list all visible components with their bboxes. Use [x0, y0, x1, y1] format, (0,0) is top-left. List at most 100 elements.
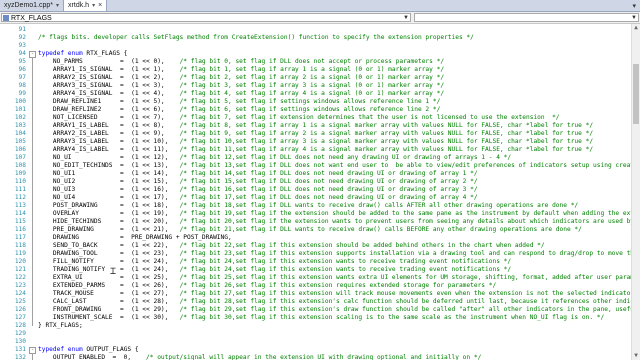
code-line[interactable]: 97 ARRAY2_IS_SIGNAL = (1 << 2), /* flag … — [0, 74, 632, 82]
code-line[interactable]: 94- typedef enum RTX_FLAGS { — [0, 50, 632, 58]
code-text: OUTPUT_ENABLED = 0, /* output/signal wil… — [38, 354, 481, 360]
code-line[interactable]: 118 SEND_TO_BACK = (1 << 22), /* flag bi… — [0, 242, 632, 250]
line-number: 94 — [18, 50, 26, 57]
chevron-down-icon[interactable]: ▼ — [631, 14, 637, 23]
keyword-token: typedef enum — [38, 346, 83, 353]
code-token: NO_UI2 = (1 << 15), — [38, 178, 180, 185]
code-line[interactable]: 123 EXTENDED_PARMS = (1 << 26), /* flag … — [0, 282, 632, 290]
scroll-up-icon[interactable]: ▲ — [632, 24, 640, 32]
code-token: FRONT_DRAWING = (1 << 29), — [38, 306, 180, 313]
code-text: FRONT_DRAWING = (1 << 29), /* flag bit 2… — [38, 306, 632, 314]
code-text: NOT_LICENSED = (1 << 7), /* flag bit 7, … — [38, 114, 560, 122]
comment-token: /* flag bit 10,set flag if array 3 is a … — [179, 138, 594, 145]
comment-token: /* flag bit 20,set flag if the extension… — [179, 218, 632, 225]
code-line[interactable]: 113 POST_DRAWING = (1 << 18), /* flag bi… — [0, 202, 632, 210]
code-token: PRE_DRAWING = (1 << 21), — [38, 226, 180, 233]
code-token: ARRAY3_IS_LABEL = (1 << 10), — [38, 138, 180, 145]
tab-xrtdk[interactable]: xrtdk.h ▾ × — [64, 0, 108, 11]
code-line[interactable]: 92 /* flags bits. developer calls SetFlag… — [0, 34, 632, 42]
code-line[interactable]: 93 — [0, 42, 632, 50]
code-token: ARRAY2_IS_LABEL = (1 << 9), — [38, 130, 180, 137]
comment-token: /* output/signal will appear in the exte… — [146, 354, 482, 360]
code-editor[interactable]: 91 92 /* flags bits. developer calls SetFl… — [0, 24, 632, 360]
code-text: ARRAY2_IS_LABEL = (1 << 9), /* flag bit … — [38, 130, 593, 138]
code-line[interactable]: 105 ARRAY3_IS_LABEL = (1 << 10), /* flag… — [0, 138, 632, 146]
code-text: typedef enum RTX_FLAGS { — [38, 50, 127, 58]
chevron-down-icon[interactable]: ▼ — [403, 14, 409, 23]
fold-guide — [32, 353, 33, 360]
line-number: 96 — [18, 66, 26, 73]
code-text: POST_DRAWING = (1 << 18), /* flag bit 18… — [38, 202, 578, 210]
comment-token: /* flag bit 6, set flag if settings wind… — [179, 106, 441, 113]
code-line[interactable]: 109 NO_UI1 = (1 << 14), /* flag bit 14,s… — [0, 170, 632, 178]
close-icon[interactable]: × — [98, 2, 102, 9]
code-line[interactable]: 96 ARRAY1_IS_SIGNAL = (1 << 1), /* flag … — [0, 66, 632, 74]
code-line[interactable]: 126 FRONT_DRAWING = (1 << 29), /* flag b… — [0, 306, 632, 314]
code-token: DRAWING_TOOL = (1 << 23), — [38, 250, 180, 257]
vertical-scrollbar[interactable]: ▲ ▼ — [631, 24, 640, 360]
comment-token: /* flag bit 25,set flag if this extensio… — [179, 274, 632, 281]
code-line[interactable]: 117 DRAWING = PRE_DRAWING + POST_DRAWING… — [0, 234, 632, 242]
code-line[interactable]: 98 ARRAY3_IS_SIGNAL = (1 << 3), /* flag … — [0, 82, 632, 90]
code-line[interactable]: 107 NO_UI = (1 << 12), /* flag bit 12,se… — [0, 154, 632, 162]
scrollbar-thumb[interactable] — [633, 64, 639, 124]
code-text: NO_UI = (1 << 12), /* flag bit 12,set fl… — [38, 154, 511, 162]
code-line[interactable]: 130 — [0, 338, 632, 346]
code-line[interactable]: 122 EXTRA_UI = (1 << 25), /* flag bit 25… — [0, 274, 632, 282]
comment-token: /* flag bit 22,set flag if this extensio… — [179, 242, 545, 249]
tab-overflow-dropdown[interactable]: ▾ — [632, 0, 640, 11]
pin-icon[interactable]: ▾ — [56, 2, 59, 9]
line-number: 107 — [14, 154, 26, 161]
pin-icon[interactable]: ▾ — [92, 2, 95, 9]
comment-token: /* flag bit 13,set flag if DLL does not … — [179, 162, 632, 169]
comment-token: /* flag bit 3, set flag if array 3 is a … — [179, 82, 445, 89]
navigation-bar: RTX_FLAGS ▼ ▼ — [0, 12, 640, 24]
code-line[interactable]: 119 DRAWING_TOOL = (1 << 23), /* flag bi… — [0, 250, 632, 258]
code-line[interactable]: 112 NO_UI4 = (1 << 17), /* flag bit 17,s… — [0, 194, 632, 202]
code-token: } RTX_FLAGS; — [38, 322, 83, 329]
line-number: 116 — [14, 226, 26, 233]
code-line[interactable]: 104 ARRAY2_IS_LABEL = (1 << 9), /* flag … — [0, 130, 632, 138]
code-line[interactable]: 115 HIDE_TECHINDS = (1 << 20), /* flag b… — [0, 218, 632, 226]
code-line[interactable]: 110 NO_UI2 = (1 << 15), /* flag bit 15,s… — [0, 178, 632, 186]
document-tab-bar: xyzDemo1.cpp* ▾ xrtdk.h ▾ × ▾ — [0, 0, 640, 12]
code-line[interactable]: 111 NO_UI3 = (1 << 16), /* flag bit 16,s… — [0, 186, 632, 194]
line-number: 129 — [14, 330, 26, 337]
scroll-down-icon[interactable]: ▼ — [632, 352, 640, 360]
code-line[interactable]: 103 ARRAY1_IS_LABEL = (1 << 8), /* flag … — [0, 122, 632, 130]
code-line[interactable]: 124 TRACK_MOUSE = (1 << 27), /* flag bit… — [0, 290, 632, 298]
code-token: ARRAY3_IS_SIGNAL = (1 << 3), — [38, 82, 180, 89]
comment-token: /* flag bit 24,set flag if this extensio… — [179, 258, 512, 265]
scope-dropdown[interactable]: RTX_FLAGS ▼ — [1, 13, 411, 22]
code-line[interactable]: 99 ARRAY4_IS_SIGNAL = (1 << 4), /* flag … — [0, 90, 632, 98]
chevron-down-icon[interactable]: ▾ — [632, 2, 636, 10]
line-number: 97 — [18, 74, 26, 81]
code-token: FILL_NOTIFY = (1 << 24), — [38, 258, 180, 265]
code-line[interactable]: 132 OUTPUT_ENABLED = 0, /* output/signal… — [0, 354, 632, 360]
code-line[interactable]: 91 — [0, 26, 632, 34]
code-token: NO_UI1 = (1 << 14), — [38, 170, 180, 177]
tab-xyzdemo1[interactable]: xyzDemo1.cpp* ▾ — [0, 0, 65, 11]
member-dropdown[interactable]: ▼ — [414, 13, 639, 22]
code-line[interactable]: 116 PRE_DRAWING = (1 << 21), /* flag bit… — [0, 226, 632, 234]
code-line[interactable]: 100 DRAW_REFLINE1 = (1 << 5), /* flag bi… — [0, 98, 632, 106]
code-line[interactable]: 108 NO_EDIT_TECHINDS = (1 << 13), /* fla… — [0, 162, 632, 170]
code-line[interactable]: 129 — [0, 330, 632, 338]
code-token: OVERLAY = (1 << 19), — [38, 210, 180, 217]
code-line[interactable]: 125 CALC_LAST = (1 << 28), /* flag bit 2… — [0, 298, 632, 306]
code-line[interactable]: 127 INSTRUMENT_SCALE = (1 << 30), /* fla… — [0, 314, 632, 322]
code-line[interactable]: 102 NOT_LICENSED = (1 << 7), /* flag bit… — [0, 114, 632, 122]
code-line[interactable]: 114 OVERLAY = (1 << 19), /* flag bit 19,… — [0, 210, 632, 218]
code-line[interactable]: 106 ARRAY4_IS_LABEL = (1 << 11), /* flag… — [0, 146, 632, 154]
comment-token: /* flag bit 29,set flag if this extensio… — [179, 306, 632, 313]
code-line[interactable]: 131- typedef enum OUTPUT_FLAGS { — [0, 346, 632, 354]
keyword-token: typedef enum — [38, 50, 83, 57]
comment-token: /* flag bit 21,set flag if DLL wants to … — [179, 226, 582, 233]
code-line[interactable]: 121 TRADING_NOTIFY = (1 << 24), /* flag … — [0, 266, 632, 274]
comment-token: /* flags bits. developer calls SetFlags … — [38, 34, 474, 41]
code-line[interactable]: 120 FILL_NOTIFY = (1 << 24), /* flag bit… — [0, 258, 632, 266]
code-line[interactable]: 95 NO_PARMS = (1 << 0), /* flag bit 0, s… — [0, 58, 632, 66]
code-line[interactable]: 128} RTX_FLAGS; — [0, 322, 632, 330]
line-number: 98 — [18, 82, 26, 89]
code-line[interactable]: 101 DRAW_REFLINE2 = (1 << 6), /* flag bi… — [0, 106, 632, 114]
